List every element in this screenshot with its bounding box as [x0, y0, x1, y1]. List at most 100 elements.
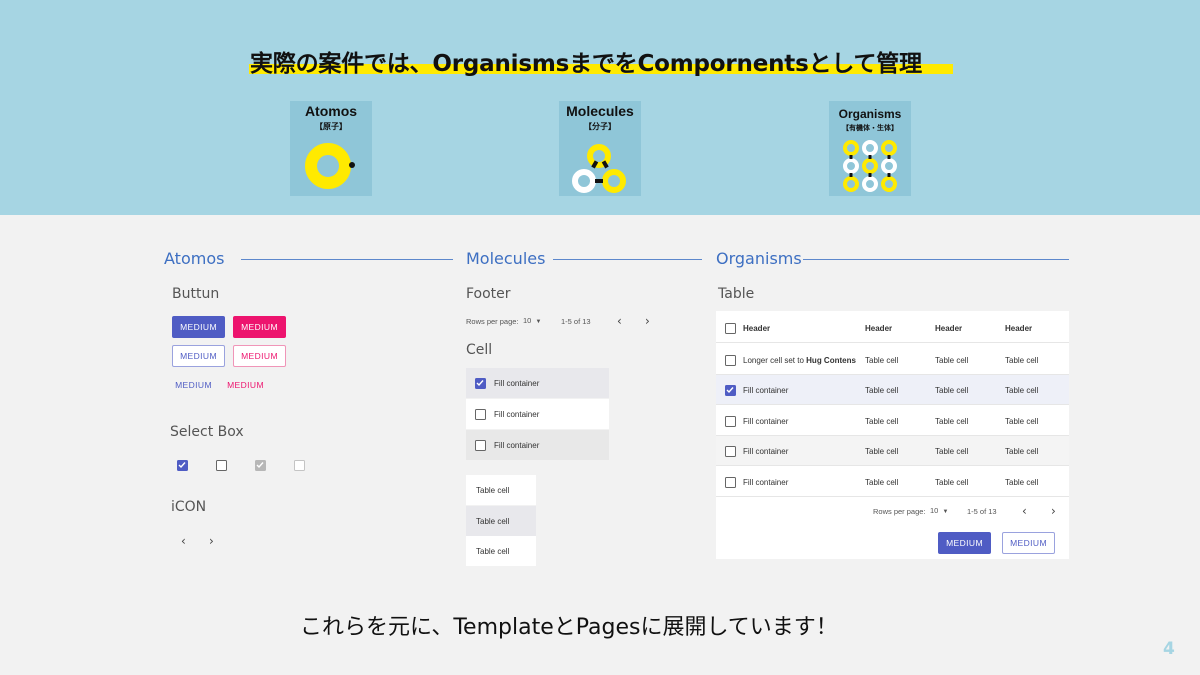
column-header[interactable]: Header	[1005, 313, 1032, 343]
cell-heading: Cell	[466, 342, 493, 358]
cell-label: Fill container	[494, 440, 540, 450]
check-icon	[256, 462, 264, 469]
medium-text-pink-button[interactable]: MEDIUM	[224, 374, 267, 396]
table-cell: Table cell	[1005, 355, 1039, 365]
icon-heading: iCON	[171, 499, 207, 515]
table-cell: Table cell	[935, 477, 969, 487]
card-atomos: Atomos 【原子】	[290, 101, 372, 196]
table-cell: Fill container	[743, 477, 789, 487]
rows-per-page-value: 10	[930, 506, 939, 515]
row-checkbox[interactable]	[725, 416, 736, 427]
checkbox-checked[interactable]	[177, 460, 188, 471]
checkbox-checked[interactable]	[475, 377, 486, 389]
cell-text: Longer cell set to	[743, 355, 807, 365]
caret-down-icon: ▼	[942, 509, 949, 515]
table-cell: Table cell	[935, 355, 969, 365]
section-molecules-title: Molecules	[466, 249, 546, 268]
medium-text-button[interactable]: MEDIUM	[172, 374, 215, 396]
table-cell: Table cell	[865, 446, 899, 456]
chevron-left-icon[interactable]: ‹	[1022, 504, 1027, 518]
chevron-right-icon[interactable]: ›	[209, 534, 214, 548]
checkbox-checked-disabled	[255, 460, 266, 471]
table-cell: Table cell	[935, 446, 969, 456]
section-divider	[241, 259, 453, 260]
table-cell: Table cell	[1005, 446, 1039, 456]
card-organisms: Organisms 【有機体・生体】	[829, 101, 911, 196]
checkbox-unchecked[interactable]	[216, 460, 227, 471]
check-icon	[476, 379, 484, 386]
table-row[interactable]: Fill container Table cell Table cell Tab…	[716, 467, 1069, 497]
section-divider	[803, 259, 1069, 260]
row-checkbox[interactable]	[725, 355, 736, 366]
chevron-right-icon[interactable]: ›	[645, 314, 650, 328]
rows-per-page-label: Rows per page:	[873, 507, 926, 516]
top-banner: 実際の案件では、OrganismsまでをCompornentsとして管理 Ato…	[0, 0, 1200, 215]
rows-per-page-value: 10	[523, 316, 532, 325]
section-atomos-title: Atomos	[164, 249, 225, 268]
section-organisms-title: Organisms	[716, 249, 802, 268]
row-checkbox[interactable]	[725, 477, 736, 488]
rows-per-page-select[interactable]: 10 ▼	[930, 506, 948, 515]
organism-icon	[843, 140, 897, 192]
table-cell: Table cell	[865, 385, 899, 395]
table-cell: Table cell	[935, 385, 969, 395]
atom-icon	[305, 143, 355, 189]
medium-primary-button[interactable]: MEDIUM	[938, 532, 991, 554]
pagination-range: 1-5 of 13	[561, 317, 591, 326]
table-row[interactable]: Fill container Table cell Table cell Tab…	[716, 406, 1069, 436]
card-molecules: Molecules 【分子】	[559, 101, 641, 196]
table-cell: Table cell	[466, 506, 536, 536]
table-cell: Table cell	[865, 477, 899, 487]
chevron-left-icon[interactable]: ‹	[181, 534, 186, 548]
cell-label: Fill container	[494, 409, 540, 419]
table-row[interactable]: Fill container Table cell Table cell Tab…	[716, 375, 1069, 405]
table-cell: Table cell	[1005, 385, 1039, 395]
headline: 実際の案件では、OrganismsまでをCompornentsとして管理	[250, 51, 922, 77]
molecule-icon	[572, 144, 626, 193]
bottom-caption: これらを元に、TemplateとPagesに展開しています！	[300, 615, 838, 640]
table-cell: Table cell	[1005, 477, 1039, 487]
table-cell: Table cell	[935, 416, 969, 426]
chevron-right-icon[interactable]: ›	[1051, 504, 1056, 518]
section-divider	[553, 259, 702, 260]
medium-outline-button[interactable]: MEDIUM	[1002, 532, 1055, 554]
cell-row[interactable]: Fill container	[466, 430, 609, 460]
rows-per-page-label: Rows per page:	[466, 317, 519, 326]
checkbox-unchecked[interactable]	[475, 439, 486, 451]
checkbox-unchecked[interactable]	[475, 408, 486, 420]
cell-row[interactable]: Fill container	[466, 368, 609, 398]
column-header[interactable]: Header	[935, 313, 962, 343]
select-box-heading: Select Box	[170, 424, 244, 440]
row-checkbox[interactable]	[725, 446, 736, 457]
table-cell: Fill container	[743, 416, 789, 426]
rows-per-page-select[interactable]: 10 ▼	[523, 316, 541, 325]
check-icon	[726, 387, 734, 394]
cell-label: Fill container	[494, 378, 540, 388]
footer-heading: Footer	[466, 286, 511, 302]
page-number: 4	[1163, 639, 1175, 659]
table-header-row: Header Header Header Header	[716, 313, 1069, 343]
chevron-left-icon[interactable]: ‹	[617, 314, 622, 328]
table-row[interactable]: Fill container Table cell Table cell Tab…	[716, 436, 1069, 466]
medium-outline-button[interactable]: MEDIUM	[172, 345, 225, 367]
table-cell: Table cell	[466, 475, 536, 505]
table-cell: Fill container	[743, 446, 789, 456]
table-row[interactable]: Longer cell set to Hug Contens Table cel…	[716, 345, 1069, 375]
cell-row[interactable]: Fill container	[466, 399, 609, 429]
column-header[interactable]: Header	[865, 313, 892, 343]
medium-outline-pink-button[interactable]: MEDIUM	[233, 345, 286, 367]
check-icon	[178, 462, 186, 469]
column-header[interactable]: Header	[743, 313, 770, 343]
table-cell: Table cell	[1005, 416, 1039, 426]
row-checkbox[interactable]	[725, 385, 736, 396]
medium-primary-button[interactable]: MEDIUM	[172, 316, 225, 338]
checkbox-unchecked-disabled	[294, 460, 305, 471]
pagination-range: 1-5 of 13	[967, 507, 997, 516]
select-all-checkbox[interactable]	[725, 323, 736, 334]
medium-pink-button[interactable]: MEDIUM	[233, 316, 286, 338]
data-table: Header Header Header Header Longer cell …	[716, 311, 1069, 559]
table-cell: Table cell	[865, 416, 899, 426]
table-cell: Table cell	[865, 355, 899, 365]
button-heading: Buttun	[172, 286, 220, 302]
cell-text-bold: Hug Contens	[806, 355, 856, 365]
